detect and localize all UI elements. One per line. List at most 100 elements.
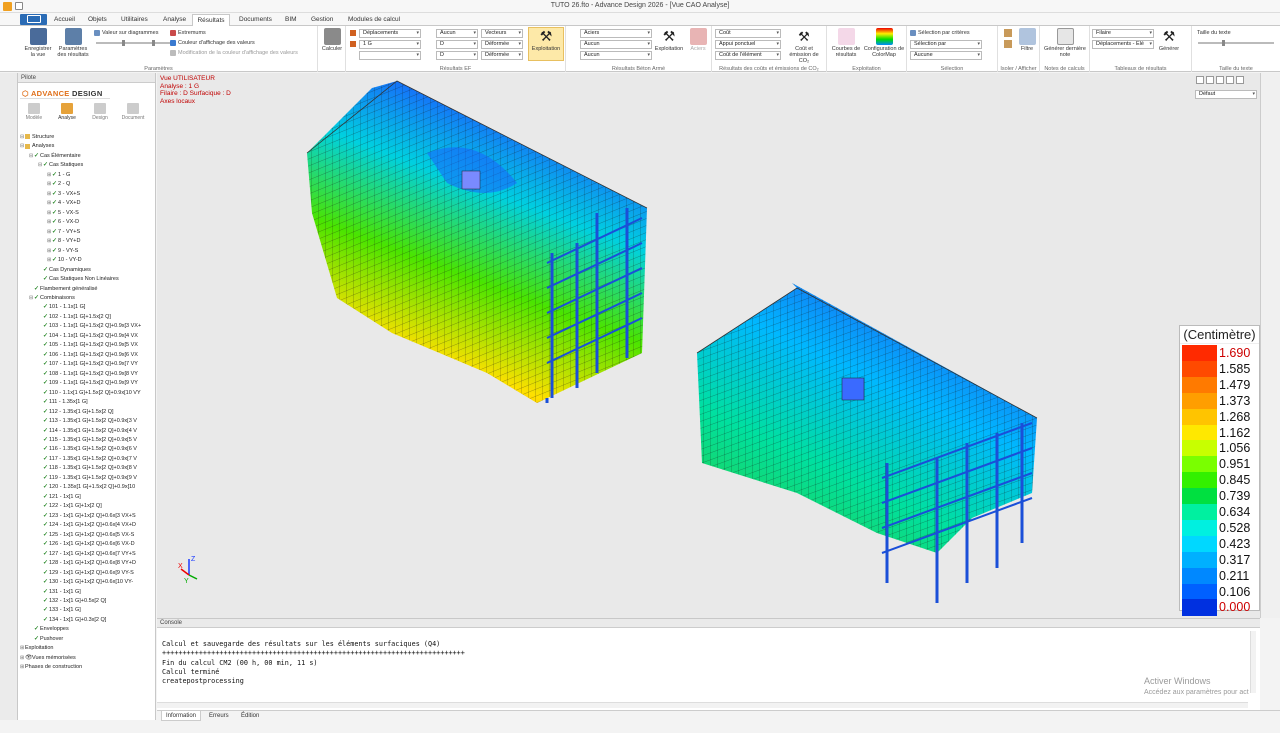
tree-item[interactable]: ✓120 - 1.35x[1 G]+1.5x[2 Q]+0.9x[10 [20, 483, 154, 492]
tree-item[interactable]: ✓126 - 1x[1 G]+1x[2 Q]+0.6x[6 VX-D [20, 540, 154, 549]
tree-item[interactable]: ✓110 - 1.1x[1 G]+1.5x[2 Q]+0.9x[10 VY [20, 389, 154, 398]
tree-item[interactable]: ✓101 - 1.1x[1 G] [20, 303, 154, 312]
tree-item[interactable]: ⊞✓3 - VX+S [20, 190, 154, 199]
tree-item[interactable]: ⊞✓5 - VX-S [20, 209, 154, 218]
tree-item[interactable]: ⊟✓Combinaisons [20, 294, 154, 303]
exploitation-beton-button[interactable]: ⚒ Exploitation [654, 28, 684, 52]
linear-select[interactable]: Aucun [436, 29, 478, 38]
save-view-button[interactable]: Enregistrer la vue [22, 28, 54, 58]
tree-item[interactable]: ✓114 - 1.35x[1 G]+1.5x[2 Q]+0.9x[4 V [20, 427, 154, 436]
exploitation-ef-button[interactable]: ⚒ Exploitation [528, 27, 564, 61]
support-select[interactable]: Appui ponctuel [715, 40, 781, 49]
console-scrollbar[interactable] [1250, 631, 1256, 693]
refresh-icon[interactable] [1236, 76, 1244, 84]
tree-item[interactable]: ⊞✓2 - Q [20, 180, 154, 189]
tree-item[interactable]: ✓108 - 1.1x[1 G]+1.5x[2 Q]+0.9x[8 VY [20, 370, 154, 379]
mode-design[interactable]: Design [88, 103, 112, 121]
cost-co2-button[interactable]: ⚒ Coût et émission de CO₂ [784, 28, 824, 64]
tree-item[interactable]: ⊟✓Cas Statiques [20, 161, 154, 170]
load-case-select[interactable]: 1 G [359, 40, 421, 49]
tab-objets[interactable]: Objets [84, 14, 111, 26]
result-params-button[interactable]: Paramètres des résultats [54, 28, 92, 58]
tab-modules-de-calcul[interactable]: Modules de calcul [344, 14, 404, 26]
tree-item[interactable]: ✓118 - 1.35x[1 G]+1.5x[2 Q]+0.9x[8 V [20, 464, 154, 473]
tree-item[interactable]: ⊟ Analyses [20, 142, 154, 151]
value-color-button[interactable]: Couleur d'affichage des valeurs [170, 39, 255, 47]
cad-viewport[interactable]: Vue UTILISATEUR Analyse : 1 G Filaire : … [157, 73, 1260, 618]
text-size-slider[interactable] [1198, 40, 1274, 46]
tree-item[interactable]: ✓Enveloppes [20, 625, 154, 634]
filter-button[interactable]: Filtre [1016, 28, 1038, 52]
tree-item[interactable]: ✓105 - 1.1x[1 G]+1.5x[2 Q]+0.9x[5 VX [20, 341, 154, 350]
beton-surface-select[interactable]: Aucun [580, 51, 652, 60]
tree-item[interactable]: ✓121 - 1x[1 G] [20, 493, 154, 502]
zoom-out-icon[interactable] [1206, 76, 1214, 84]
tree-item[interactable]: ⊞Phases de construction [20, 663, 154, 672]
tab-documents[interactable]: Documents [235, 14, 276, 26]
rebar-select[interactable]: Aciers [580, 29, 652, 38]
tree-item[interactable]: ✓112 - 1.35x[1 G]+1.5x[2 Q] [20, 408, 154, 417]
tree-item[interactable]: ✓122 - 1x[1 G]+1x[2 Q] [20, 502, 154, 511]
generate-table-button[interactable]: ⚒ Générer [1156, 28, 1182, 52]
tree-item[interactable]: ✓109 - 1.1x[1 G]+1.5x[2 Q]+0.9x[9 VY [20, 379, 154, 388]
fit-icon[interactable] [1226, 76, 1234, 84]
tree-item[interactable]: ⊟✓Cas Élémentaire [20, 152, 154, 161]
filaire-select[interactable]: D [436, 40, 478, 49]
tab-utilitaires[interactable]: Utilitaires [117, 14, 152, 26]
tree-item[interactable]: ✓134 - 1x[1 G]+0.3x[2 Q] [20, 616, 154, 625]
result-curves-button[interactable]: Courbes de résultats [829, 28, 863, 58]
mode-modele[interactable]: Modèle [22, 103, 46, 121]
tree-item[interactable]: ✓127 - 1x[1 G]+1x[2 Q]+0.6x[7 VY+S [20, 550, 154, 559]
filaire-display-select[interactable]: Déformée [481, 40, 523, 49]
zoom-icon[interactable] [1196, 76, 1204, 84]
tree-item[interactable]: ✓123 - 1x[1 G]+1x[2 Q]+0.6x[3 VX+S [20, 512, 154, 521]
criteria-selection-button[interactable]: Sélection par critères [910, 29, 970, 37]
fe-model-render[interactable] [157, 73, 1260, 618]
tree-item[interactable]: ⊞✓8 - VY+D [20, 237, 154, 246]
tree-item[interactable]: ✓133 - 1x[1 G] [20, 606, 154, 615]
tree-item[interactable]: ✓116 - 1.35x[1 G]+1.5x[2 Q]+0.9x[6 V [20, 445, 154, 454]
selection-by-select[interactable]: Sélection par [910, 40, 982, 49]
tab-bim[interactable]: BIM [281, 14, 301, 26]
tree-item[interactable]: ✓129 - 1x[1 G]+1x[2 Q]+0.6x[9 VY-S [20, 569, 154, 578]
tree-item[interactable]: ✓106 - 1.1x[1 G]+1.5x[2 Q]+0.9x[6 VX [20, 351, 154, 360]
table-type-select[interactable]: Filaire [1092, 29, 1154, 38]
tree-item[interactable]: ✓130 - 1x[1 G]+1x[2 Q]+0.6x[10 VY- [20, 578, 154, 587]
tree-item[interactable]: ✓Cas Statiques Non Linéaires [20, 275, 154, 284]
tree-item[interactable]: ⊞✓6 - VX-D [20, 218, 154, 227]
rotate-icon[interactable] [1216, 76, 1224, 84]
tree-item[interactable]: ✓124 - 1x[1 G]+1x[2 Q]+0.6x[4 VX+D [20, 521, 154, 530]
tree-item[interactable]: ✓104 - 1.1x[1 G]+1.5x[2 Q]+0.9x[4 VX [20, 332, 154, 341]
tab-gestion[interactable]: Gestion [307, 14, 337, 26]
tree-item[interactable]: ⊞✓4 - VX+D [20, 199, 154, 208]
tree-item[interactable]: ⊞✓9 - VY-S [20, 247, 154, 256]
result-type-select[interactable]: Déplacements [359, 29, 421, 38]
tab-accueil[interactable]: Accueil [50, 14, 79, 26]
table-result-select[interactable]: Déplacements - Élé [1092, 40, 1154, 49]
tree-item[interactable]: ⊟ Structure [20, 133, 154, 142]
tree-item[interactable]: ✓107 - 1.1x[1 G]+1.5x[2 Q]+0.9x[7 VY [20, 360, 154, 369]
tree-item[interactable]: ✓128 - 1x[1 G]+1x[2 Q]+0.6x[8 VY+D [20, 559, 154, 568]
tree-item[interactable]: ⊞Exploitation [20, 644, 154, 653]
point-display-select[interactable]: Vecteurs [481, 29, 523, 38]
tree-item[interactable]: ✓102 - 1.1x[1 G]+1.5x[2 Q] [20, 313, 154, 322]
selection-value-select[interactable]: Aucune [910, 51, 982, 60]
surface-display-select[interactable]: Déformée [481, 51, 523, 60]
element-cost-select[interactable]: Coût de l'élément [715, 51, 781, 60]
mode-analyse[interactable]: Analyse [55, 103, 79, 121]
generate-note-button[interactable]: Générer dernière note [1043, 28, 1087, 58]
tree-item[interactable]: ⊞✓1 - G [20, 171, 154, 180]
tree-item[interactable]: ✓Flambement généralisé [20, 285, 154, 294]
mode-document[interactable]: Document [121, 103, 145, 121]
isolate-icon[interactable] [1004, 29, 1012, 37]
tree-item[interactable]: ✓119 - 1.35x[1 G]+1.5x[2 Q]+0.9x[9 V [20, 474, 154, 483]
file-menu-button[interactable] [20, 14, 47, 25]
tree-item[interactable]: ✓113 - 1.35x[1 G]+1.5x[2 Q]+0.9x[3 V [20, 417, 154, 426]
diagram-value-toggle[interactable]: Valeur sur diagrammes [94, 29, 158, 37]
extremums-slider[interactable] [140, 40, 170, 46]
tree-item[interactable]: ✓Cas Dynamiques [20, 266, 154, 275]
tree-item[interactable]: ⊞✓7 - VY+S [20, 228, 154, 237]
show-icon[interactable] [1004, 40, 1012, 48]
tree-item[interactable]: ⊞👁Vues mémorisées [20, 654, 154, 663]
tree-item[interactable]: ✓117 - 1.35x[1 G]+1.5x[2 Q]+0.9x[7 V [20, 455, 154, 464]
